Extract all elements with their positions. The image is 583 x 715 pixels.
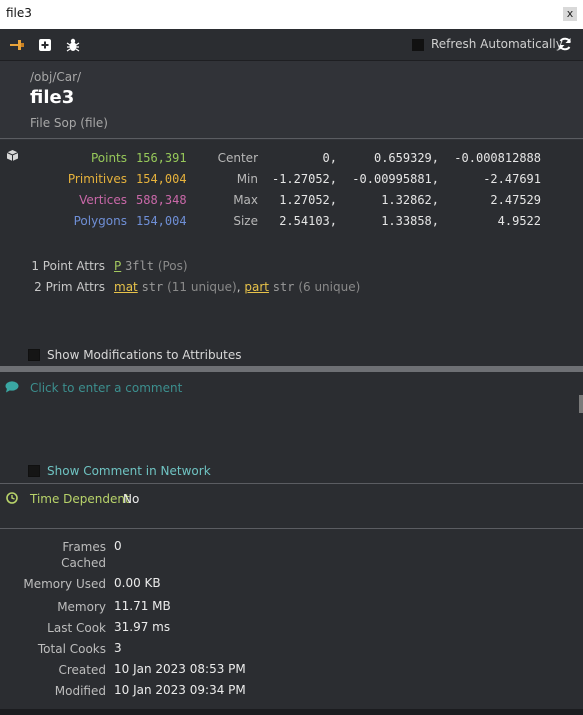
comment-bubble-icon — [5, 381, 19, 393]
attr-link-mat[interactable]: mat — [114, 280, 138, 294]
attr-type: 3flt — [125, 259, 154, 273]
created-value: 10 Jan 2023 08:53 PM — [114, 662, 246, 676]
comment-input[interactable]: Click to enter a comment — [30, 381, 182, 395]
node-path: /obj/Car/ — [30, 70, 82, 84]
scrollbar-handle[interactable] — [579, 395, 583, 413]
attr-separator: , — [236, 280, 241, 294]
cook-info: Frames Cached 0 Memory Used 0.00 KB Memo… — [0, 529, 583, 709]
attr-note: (6 unique) — [298, 280, 361, 294]
bbox-max-y: 1.32862, — [381, 193, 439, 207]
close-button[interactable]: x — [563, 7, 577, 21]
point-attrs-label: 1 Point Attrs — [31, 259, 105, 273]
bottom-edge — [0, 709, 583, 715]
attr-type: str — [272, 280, 295, 294]
pin-icon[interactable] — [9, 37, 25, 53]
time-dependent-value: No — [123, 492, 140, 506]
plus-square-icon[interactable] — [37, 37, 53, 53]
bbox-center-z: -0.000812888 — [454, 151, 541, 165]
attr-note: (Pos) — [157, 259, 188, 273]
modified-value: 10 Jan 2023 09:34 PM — [114, 683, 246, 697]
node-type: File Sop (file) — [30, 116, 108, 130]
attr-link-part[interactable]: part — [244, 280, 269, 294]
node-name: file3 — [30, 87, 75, 108]
bbox-center-x: 0, — [322, 151, 337, 165]
memory-label: Memory — [57, 600, 106, 614]
bbox-size-label: Size — [233, 214, 258, 228]
memory-value: 11.71 MB — [114, 599, 171, 613]
show-comment-in-network-label[interactable]: Show Comment in Network — [47, 464, 211, 478]
bbox-center-label: Center — [217, 151, 258, 165]
show-modifications-checkbox[interactable] — [28, 349, 40, 361]
window-titlebar: file3 x — [0, 0, 583, 29]
bbox-max-x: 1.27052, — [279, 193, 337, 207]
divider — [0, 138, 583, 139]
refresh-label[interactable]: Refresh Automatically — [431, 37, 563, 51]
attr-type: str — [141, 280, 164, 294]
prim-attrs-label: 2 Prim Attrs — [34, 280, 105, 294]
last-cook-value: 31.97 ms — [114, 620, 171, 634]
memory-used-label: Memory Used — [23, 577, 106, 591]
comment-section: Click to enter a comment Show Comment in… — [0, 372, 583, 483]
node-header: /obj/Car/ file3 File Sop (file) — [0, 60, 583, 140]
show-modifications-label[interactable]: Show Modifications to Attributes — [47, 348, 242, 362]
toolbar: Refresh Automatically — [0, 29, 583, 60]
window-title: file3 — [6, 6, 32, 20]
total-cooks-label: Total Cooks — [37, 642, 106, 656]
attr-link-P[interactable]: P — [114, 259, 121, 273]
bug-icon[interactable] — [65, 37, 81, 53]
time-dependent-label: Time Dependent — [30, 492, 130, 506]
modified-label: Modified — [54, 684, 106, 698]
bbox-size-y: 1.33858, — [381, 214, 439, 228]
last-cook-label: Last Cook — [47, 621, 106, 635]
bbox-max-label: Max — [233, 193, 258, 207]
refresh-checkbox[interactable] — [412, 39, 424, 51]
refresh-icon[interactable] — [557, 36, 573, 52]
frames-cached-value: 0 — [114, 539, 122, 553]
time-dependent-section: Time Dependent No — [0, 484, 583, 528]
total-cooks-value: 3 — [114, 641, 122, 655]
clock-icon — [6, 492, 18, 504]
frames-cached-label: Frames Cached — [61, 540, 106, 570]
bbox-min-label: Min — [236, 172, 258, 186]
memory-used-value: 0.00 KB — [114, 576, 161, 590]
point-attrs-list: P 3flt (Pos) — [114, 259, 188, 273]
bbox-center-y: 0.659329, — [373, 151, 439, 165]
bbox-max-z: 2.47529 — [490, 193, 541, 207]
prim-attrs-list: mat str (11 unique), part str (6 unique) — [114, 280, 360, 294]
bbox-size-x: 2.54103, — [279, 214, 337, 228]
bbox-min-y: -0.00995881, — [352, 172, 439, 186]
created-label: Created — [58, 663, 107, 677]
bbox-size-z: 4.9522 — [497, 214, 541, 228]
bbox-min-x: -1.27052, — [271, 172, 337, 186]
attr-note: (11 unique) — [167, 280, 237, 294]
bbox-min-z: -2.47691 — [483, 172, 541, 186]
geometry-stats: Points 156,391 Primitives 154,004 Vertic… — [0, 140, 583, 366]
show-comment-in-network-checkbox[interactable] — [28, 465, 40, 477]
